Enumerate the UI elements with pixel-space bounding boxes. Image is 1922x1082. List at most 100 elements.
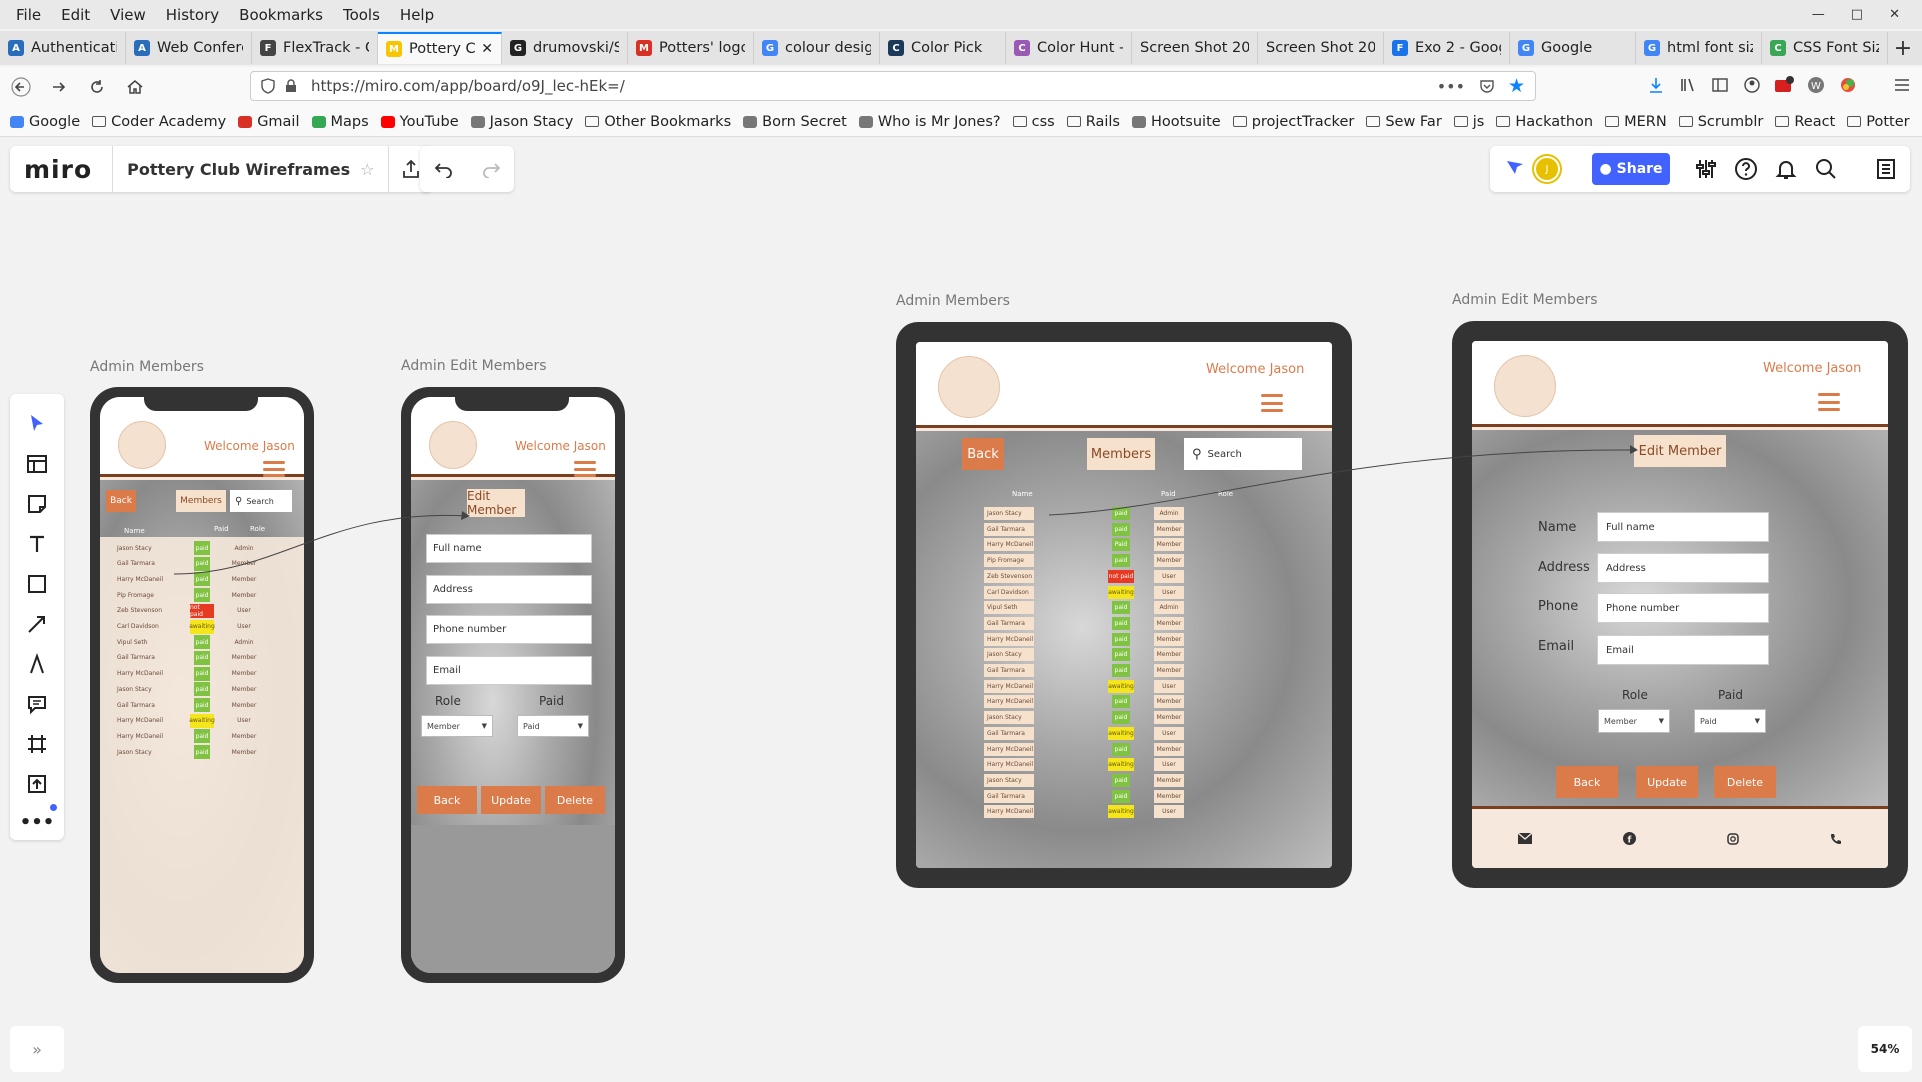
tab-8[interactable]: C Color Hunt - [1006, 32, 1132, 64]
email-field[interactable]: Email [426, 656, 592, 685]
tab-7[interactable]: C Color Pick [880, 32, 1006, 64]
full-name-field[interactable]: Full name [426, 534, 592, 563]
menu-bookmarks[interactable]: Bookmarks [229, 6, 333, 24]
table-row[interactable]: Harry McDaneil paid Member [100, 729, 304, 744]
phone-field[interactable]: Phone number [426, 615, 592, 644]
table-row[interactable]: Harry McDaneil paid Member [916, 632, 1332, 646]
back-button[interactable]: Back [417, 786, 477, 814]
phone-frame-admin-members[interactable]: Welcome Jason Back Members ⚲ Search Name … [90, 387, 314, 983]
bookmark-item[interactable]: Hootsuite [1131, 114, 1221, 130]
table-row[interactable]: Jason Stacy paid Member [100, 745, 304, 760]
tab-2[interactable]: F FlexTrack - C [252, 32, 378, 64]
frame-label[interactable]: Admin Members [90, 359, 204, 375]
member-name[interactable]: Harry McDaneil [114, 572, 174, 586]
extension-color-icon[interactable] [1836, 73, 1860, 97]
member-name[interactable]: Jason Stacy [114, 541, 174, 555]
zoom-level[interactable]: 54% [1858, 1026, 1912, 1072]
phone-field[interactable]: Phone number [1597, 593, 1769, 623]
bell-icon[interactable] [1774, 157, 1798, 181]
members-button[interactable]: Members [176, 490, 226, 512]
bookmark-item[interactable]: Jason Stacy [470, 114, 573, 130]
welcome-text[interactable]: Welcome Jason [1206, 362, 1304, 377]
sticky-note-icon[interactable] [25, 492, 49, 516]
role-badge[interactable]: User [224, 620, 264, 634]
role-badge[interactable]: User [224, 714, 264, 728]
tab-4[interactable]: Gdrumovski/S [502, 32, 628, 64]
tab-6[interactable]: Gcolour desig [754, 32, 880, 64]
member-name[interactable]: Gail Tarmara [984, 664, 1034, 677]
role-badge[interactable]: Member [1154, 538, 1184, 552]
paid-status-badge[interactable]: paid [1112, 773, 1130, 787]
bookmark-item[interactable]: Maps [311, 114, 369, 130]
member-name[interactable]: Pip Fromage [114, 588, 174, 602]
member-name[interactable]: Harry McDaneil [984, 742, 1034, 756]
member-name[interactable]: Harry McDaneil [984, 679, 1034, 693]
role-badge[interactable]: User [224, 604, 264, 618]
table-row[interactable]: Jason Stacy paid Admin [916, 507, 1332, 520]
share-button[interactable]: ● Share [1592, 153, 1670, 185]
role-badge[interactable]: Member [1154, 522, 1184, 536]
bookmark-star-icon[interactable]: ★ [1508, 75, 1525, 97]
table-row[interactable]: Gail Tarmara paid Member [100, 698, 304, 712]
phone-icon[interactable] [1830, 833, 1842, 845]
email-field[interactable]: Email [1597, 635, 1769, 665]
menu-history[interactable]: History [156, 6, 229, 24]
table-row[interactable]: Harry McDaneil awaiting User [916, 758, 1332, 772]
paid-status-badge[interactable]: paid [1112, 522, 1130, 536]
member-name[interactable]: Gail Tarmara [114, 557, 174, 571]
miro-canvas[interactable]: miro Pottery Club Wireframes ☆ J ● Share … [0, 138, 1922, 1082]
tablet-frame-admin-members[interactable]: Welcome Jason Back Members ⚲ Search Name … [896, 322, 1352, 888]
paid-status-badge[interactable]: paid [1112, 648, 1130, 662]
delete-button[interactable]: Delete [545, 786, 605, 814]
paid-status-badge[interactable]: paid [194, 541, 210, 555]
tab-12[interactable]: G Google [1510, 32, 1636, 64]
search-input[interactable]: ⚲ Search [230, 490, 292, 512]
paid-status-badge[interactable]: paid [194, 572, 210, 587]
bookmark-item[interactable]: React [1775, 114, 1835, 130]
table-row[interactable]: Gail Tarmara paid Member [916, 789, 1332, 803]
paid-status-badge[interactable]: paid [1112, 742, 1130, 756]
phone-frame-edit-member[interactable]: Welcome Jason Edit Member Full name Addr… [401, 387, 625, 983]
minimize-icon[interactable]: — [1812, 7, 1825, 22]
member-name[interactable]: Gail Tarmara [984, 789, 1034, 803]
paid-status-badge[interactable]: paid [194, 588, 210, 603]
paid-status-badge[interactable]: paid [1112, 507, 1130, 520]
table-row[interactable]: Jason Stacy paid Member [916, 648, 1332, 662]
back-button[interactable]: Back [106, 490, 136, 512]
table-row[interactable]: Gail Tarmara paid Member [916, 664, 1332, 677]
paid-status-badge[interactable]: paid [194, 635, 210, 650]
paid-status-badge[interactable]: not paid [190, 603, 214, 618]
table-row[interactable]: Harry McDaneil awaiting User [916, 679, 1332, 693]
bookmark-item[interactable]: YouTube [380, 114, 459, 130]
paid-status-badge[interactable]: paid [1112, 711, 1130, 725]
bookmark-item[interactable]: Sew Far [1366, 114, 1442, 130]
members-button[interactable]: Members [1087, 438, 1155, 470]
extension-w-icon[interactable]: W [1804, 73, 1828, 97]
facebook-icon[interactable]: f [1622, 832, 1636, 845]
paid-status-badge[interactable]: not paid [1108, 569, 1134, 583]
comment-icon[interactable] [25, 692, 49, 716]
paid-status-badge[interactable]: paid [194, 682, 210, 697]
bookmark-item[interactable]: Other Bookmarks [585, 114, 731, 130]
expand-panel-icon[interactable]: » [10, 1026, 64, 1072]
menu-file[interactable]: File [6, 6, 51, 24]
role-badge[interactable]: Member [1154, 695, 1184, 709]
table-row[interactable]: Zeb Stevenson not paid User [916, 569, 1332, 583]
role-select[interactable]: Member ▼ [421, 715, 493, 737]
account-icon[interactable] [1740, 73, 1764, 97]
role-badge[interactable]: User [1154, 758, 1184, 772]
menu-view[interactable]: View [100, 6, 156, 24]
role-badge[interactable]: Member [224, 745, 264, 759]
table-row[interactable]: Harry McDaneil Paid Member [916, 538, 1332, 552]
paid-status-badge[interactable]: paid [1112, 616, 1130, 630]
role-badge[interactable]: Member [224, 572, 264, 586]
table-row[interactable]: Vipul Seth paid Admin [100, 635, 304, 650]
role-badge[interactable]: Member [224, 698, 264, 712]
back-button[interactable]: Back [1556, 766, 1618, 798]
maximize-icon[interactable]: □ [1851, 7, 1863, 22]
connection-line-icon[interactable] [25, 612, 49, 636]
role-badge[interactable]: User [1154, 585, 1184, 599]
role-badge[interactable]: Member [224, 667, 264, 681]
paid-status-badge[interactable]: paid [1112, 601, 1130, 615]
paid-status-badge[interactable]: paid [194, 745, 210, 760]
